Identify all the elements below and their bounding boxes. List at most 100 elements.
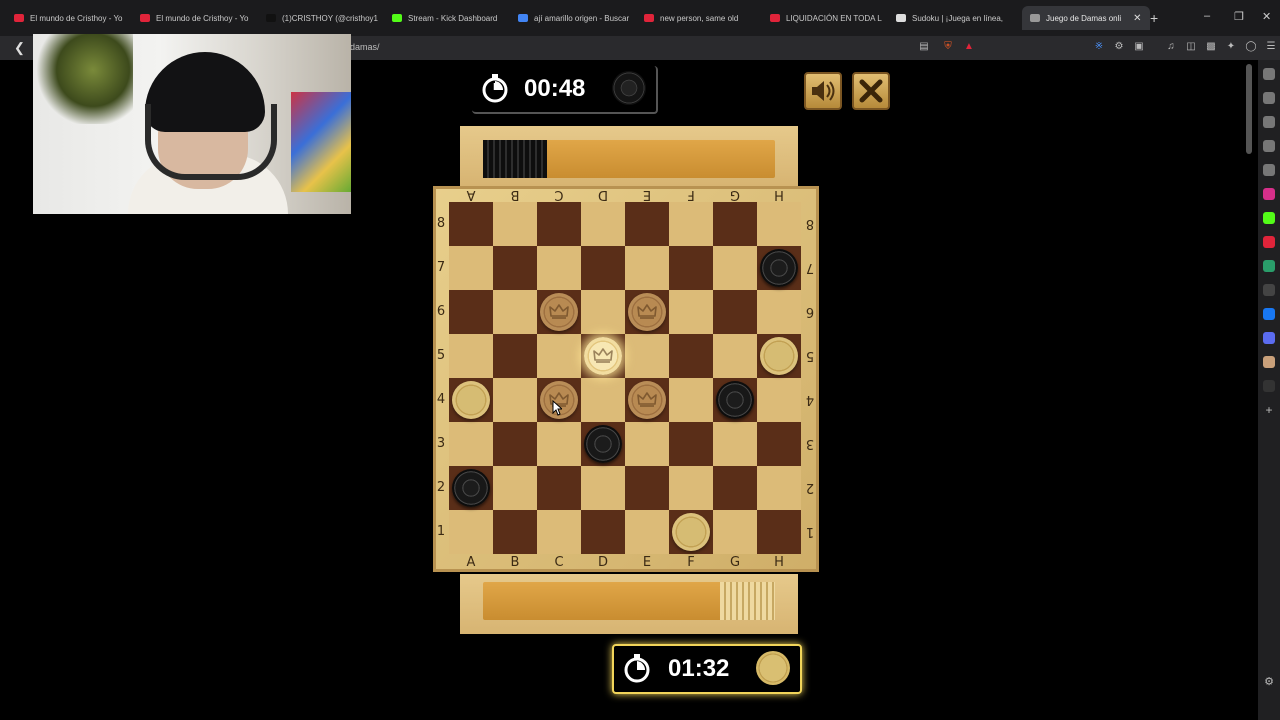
board-square-d7[interactable]	[581, 246, 625, 290]
close-game-button[interactable]	[852, 72, 890, 110]
board-square-f8[interactable]	[669, 202, 713, 246]
browser-tab[interactable]: new person, same old	[644, 6, 756, 30]
board-square-c7[interactable]	[537, 246, 581, 290]
brave-shield-icon[interactable]: ⛨	[942, 41, 954, 53]
browser-tab[interactable]: LIQUIDACIÓN EN TODA LA	[770, 6, 882, 30]
king-piece-brown-e6[interactable]	[628, 293, 666, 331]
board-square-d8[interactable]	[581, 202, 625, 246]
reader-mode-icon[interactable]: ▤	[918, 41, 930, 53]
king-piece-brown-c6[interactable]	[540, 293, 578, 331]
board-square-a5[interactable]	[449, 334, 493, 378]
board-square-f2[interactable]	[669, 466, 713, 510]
wallet-icon[interactable]: ▩	[1205, 41, 1217, 53]
board-square-b3[interactable]	[493, 422, 537, 466]
board-square-b6[interactable]	[493, 290, 537, 334]
board-square-f3[interactable]	[669, 422, 713, 466]
screenshot-icon[interactable]: ▣	[1133, 41, 1145, 53]
board-square-e5[interactable]	[625, 334, 669, 378]
facebook-icon[interactable]	[1263, 308, 1275, 320]
board-square-d2[interactable]	[581, 466, 625, 510]
piece-black-d3[interactable]	[584, 425, 622, 463]
ai-icon[interactable]: ✦	[1225, 41, 1237, 53]
piece-black-a2[interactable]	[452, 469, 490, 507]
board-square-b4[interactable]	[493, 378, 537, 422]
browser-tab[interactable]: El mundo de Cristhoy - Yo	[14, 6, 126, 30]
pin-icon[interactable]	[1263, 68, 1275, 80]
extensions-icon[interactable]: ⚙	[1113, 41, 1125, 53]
browser-tab[interactable]: (1)CRISTHOY (@cristhoy1(	[266, 6, 378, 30]
board-square-g1[interactable]	[713, 510, 757, 554]
board-square-c3[interactable]	[537, 422, 581, 466]
page-scrollbar[interactable]	[1246, 64, 1252, 154]
youtube-icon[interactable]	[1263, 236, 1275, 248]
board-square-g2[interactable]	[713, 466, 757, 510]
settings-gear-icon[interactable]: ⚙	[1263, 676, 1275, 688]
board-square-e2[interactable]	[625, 466, 669, 510]
vpn-icon[interactable]: ◯	[1245, 41, 1257, 53]
board-square-g8[interactable]	[713, 202, 757, 246]
board-square-h6[interactable]	[757, 290, 801, 334]
board-square-b2[interactable]	[493, 466, 537, 510]
piece-tan-a4[interactable]	[452, 381, 490, 419]
board-square-b1[interactable]	[493, 510, 537, 554]
tabs-icon[interactable]	[1263, 92, 1275, 104]
restore-button[interactable]: ❐	[1234, 10, 1244, 23]
m-app-icon[interactable]	[1263, 260, 1275, 272]
board-square-g3[interactable]	[713, 422, 757, 466]
messenger-icon[interactable]	[1263, 332, 1275, 344]
king-piece-brown-e4[interactable]	[628, 381, 666, 419]
board-square-g5[interactable]	[713, 334, 757, 378]
bookmarks-icon[interactable]	[1263, 140, 1275, 152]
reading-list-icon[interactable]	[1263, 164, 1275, 176]
board-square-f6[interactable]	[669, 290, 713, 334]
board-square-e8[interactable]	[625, 202, 669, 246]
board-square-c1[interactable]	[537, 510, 581, 554]
board-square-h2[interactable]	[757, 466, 801, 510]
board-square-c5[interactable]	[537, 334, 581, 378]
browser-tab[interactable]: Juego de Damas onli ✕	[1022, 6, 1150, 30]
board-square-e7[interactable]	[625, 246, 669, 290]
board-square-f5[interactable]	[669, 334, 713, 378]
browser-tab[interactable]: El mundo de Cristhoy - Yo	[140, 6, 252, 30]
sidebar-toggle-icon[interactable]: ◫	[1185, 41, 1197, 53]
board-square-a6[interactable]	[449, 290, 493, 334]
board-square-g6[interactable]	[713, 290, 757, 334]
app-icon[interactable]	[1263, 356, 1275, 368]
board-square-b8[interactable]	[493, 202, 537, 246]
browser-tab[interactable]: ají amarillo origen - Buscar	[518, 6, 630, 30]
board-square-g7[interactable]	[713, 246, 757, 290]
king-piece-highlight-d5[interactable]	[584, 337, 622, 375]
board-square-h3[interactable]	[757, 422, 801, 466]
minimize-button[interactable]: –	[1204, 10, 1210, 22]
wallet-sidebar-icon[interactable]	[1263, 116, 1275, 128]
board-square-c8[interactable]	[537, 202, 581, 246]
board-square-h1[interactable]	[757, 510, 801, 554]
board-square-a3[interactable]	[449, 422, 493, 466]
back-arrow-icon[interactable]: ❮	[14, 40, 25, 56]
board-square-a1[interactable]	[449, 510, 493, 554]
board-square-b7[interactable]	[493, 246, 537, 290]
piece-tan-f1[interactable]	[672, 513, 710, 551]
instagram-icon[interactable]	[1263, 188, 1275, 200]
board-square-d1[interactable]	[581, 510, 625, 554]
add-panel-icon[interactable]: +	[1263, 404, 1275, 416]
sound-button[interactable]	[804, 72, 842, 110]
board-square-d4[interactable]	[581, 378, 625, 422]
browser-tab[interactable]: Stream - Kick Dashboard	[392, 6, 504, 30]
piece-black-h7[interactable]	[760, 249, 798, 287]
url-field[interactable]: damas/	[350, 42, 380, 52]
board-square-h4[interactable]	[757, 378, 801, 422]
tiktok-icon[interactable]	[1263, 380, 1275, 392]
board-square-f4[interactable]	[669, 378, 713, 422]
menu-icon[interactable]: ☰	[1265, 41, 1277, 53]
board-square-a8[interactable]	[449, 202, 493, 246]
kick-icon[interactable]	[1263, 212, 1275, 224]
music-icon[interactable]: ♫	[1165, 41, 1177, 53]
board-square-e1[interactable]	[625, 510, 669, 554]
board-square-d6[interactable]	[581, 290, 625, 334]
board-square-h8[interactable]	[757, 202, 801, 246]
board-square-b5[interactable]	[493, 334, 537, 378]
board-square-f7[interactable]	[669, 246, 713, 290]
brave-rewards-icon[interactable]: ▲	[963, 41, 975, 53]
window-close-button[interactable]: ✕	[1262, 10, 1271, 23]
